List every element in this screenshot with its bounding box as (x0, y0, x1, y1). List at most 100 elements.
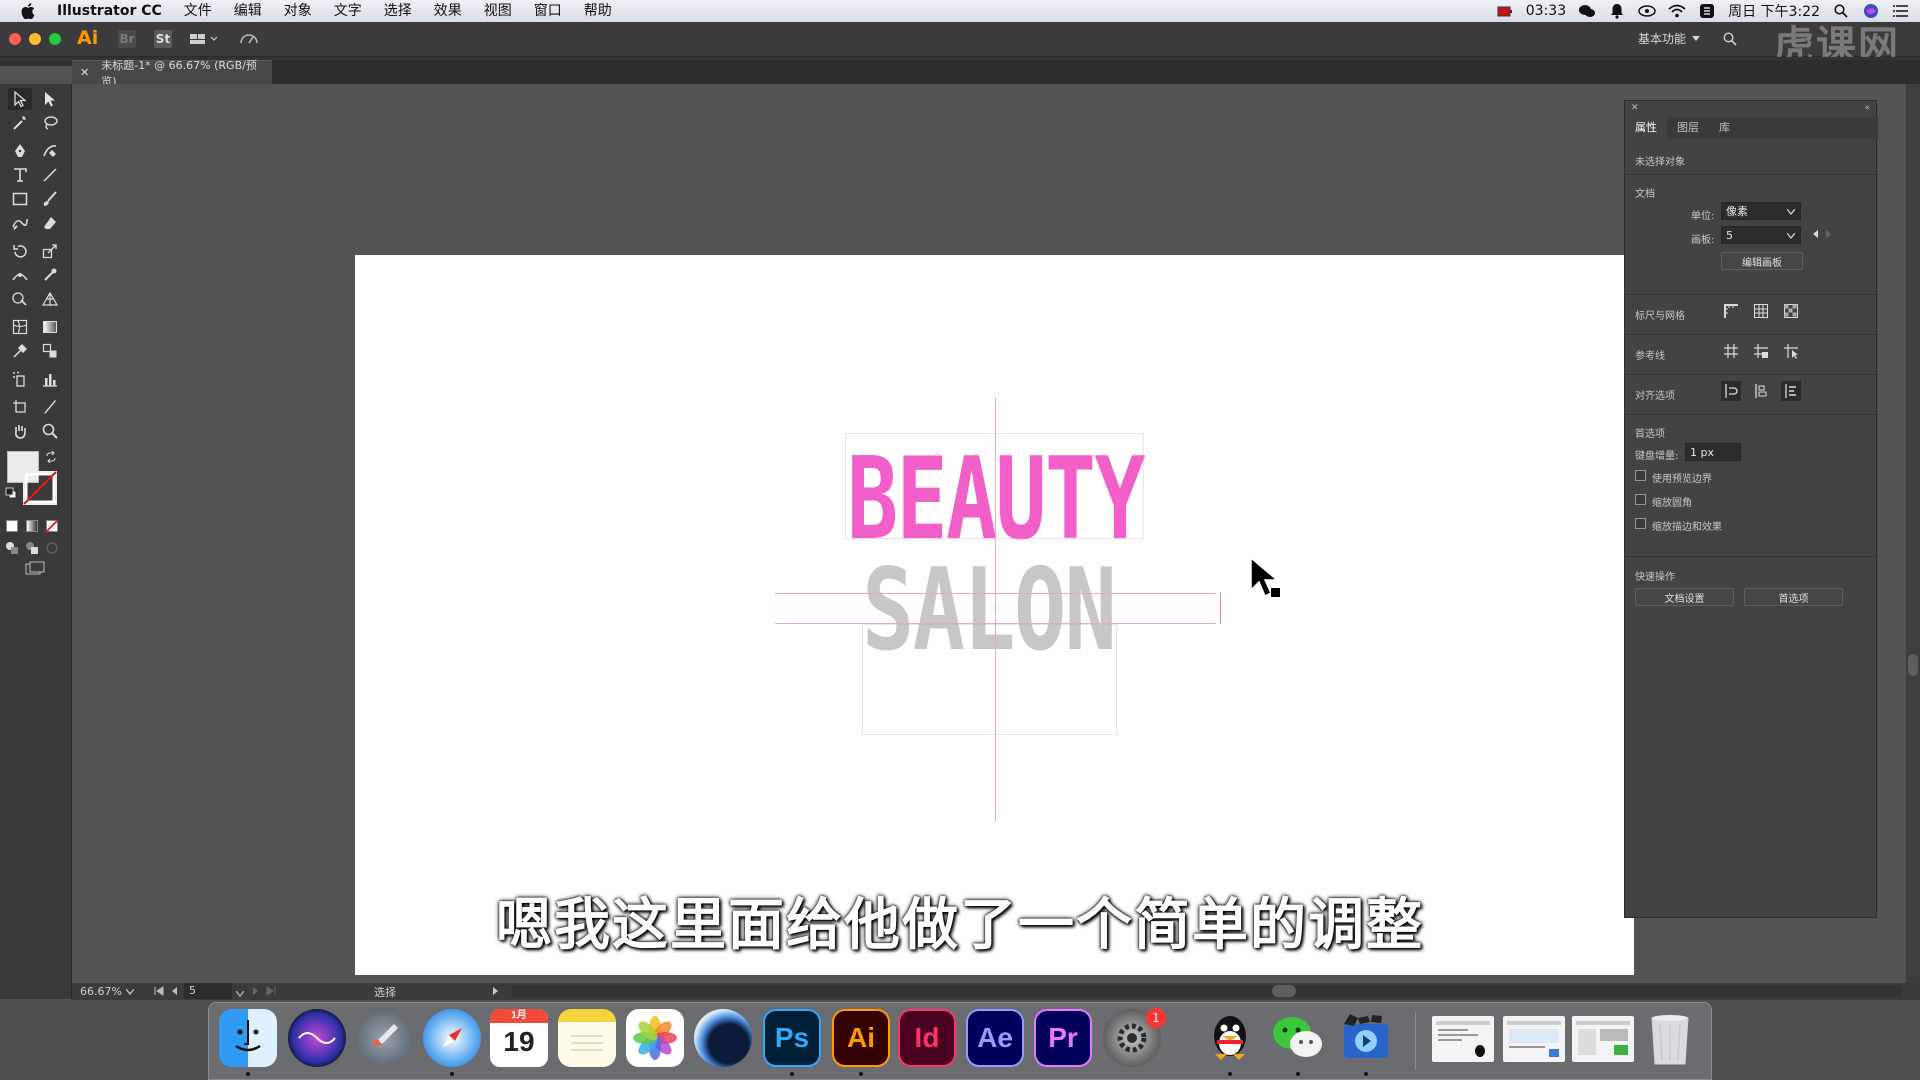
illustrator-dock-icon[interactable]: Ai (832, 1009, 890, 1067)
menubar-clock[interactable]: 周日 下午3:22 (1728, 1, 1820, 21)
calendar-icon[interactable]: 1月 19 (490, 1009, 548, 1067)
close-tab-icon[interactable]: ✕ (80, 66, 89, 79)
transparency-grid-icon[interactable] (1781, 301, 1801, 321)
eyedropper-tool-icon[interactable] (8, 340, 32, 362)
photoshop-icon[interactable]: Ps (763, 1009, 821, 1067)
menu-type[interactable]: 文字 (323, 0, 373, 22)
keyboard-increment-input[interactable]: 1 px (1685, 443, 1741, 461)
hand-tool-icon[interactable] (8, 420, 32, 442)
selection-tool-icon[interactable] (8, 88, 32, 110)
artboard-number-dropdown-icon[interactable] (235, 987, 245, 1000)
menu-edit[interactable]: 编辑 (223, 0, 273, 22)
puppet-warp-tool-icon[interactable] (38, 264, 62, 286)
snap-to-pixel-icon[interactable] (1751, 381, 1771, 401)
spotlight-search-icon[interactable] (1832, 3, 1850, 19)
window-thumbnail-1[interactable] (1432, 1016, 1494, 1062)
curvature-tool-icon[interactable] (38, 140, 62, 162)
line-segment-tool-icon[interactable] (38, 164, 62, 186)
siri-icon[interactable] (1862, 3, 1880, 19)
notes-icon[interactable] (558, 1009, 616, 1067)
document-tab[interactable]: ✕ 未标题-1* @ 66.67% (RGB/预览) (72, 59, 272, 88)
notification-bell-icon[interactable] (1608, 3, 1626, 19)
eraser-tool-icon[interactable] (38, 212, 62, 234)
canvas-vertical-scrollbar[interactable] (1906, 84, 1920, 983)
artboard-select[interactable]: 5 (1721, 226, 1801, 244)
previous-artboard-icon[interactable] (1811, 229, 1819, 242)
rulers-icon[interactable] (1721, 301, 1741, 321)
units-dropdown[interactable]: 像素 (1721, 202, 1801, 220)
slice-tool-icon[interactable] (38, 396, 62, 418)
rectangle-tool-icon[interactable] (8, 188, 32, 210)
lock-guides-icon[interactable] (1751, 341, 1771, 361)
menu-select[interactable]: 选择 (373, 0, 423, 22)
zoom-tool-icon[interactable] (38, 420, 62, 442)
gpu-performance-button[interactable] (238, 30, 260, 48)
gradient-tool-icon[interactable] (38, 316, 62, 338)
scale-tool-icon[interactable] (38, 240, 62, 262)
mesh-tool-icon[interactable] (8, 316, 32, 338)
width-tool-icon[interactable] (8, 264, 32, 286)
trash-icon[interactable] (1641, 1009, 1699, 1067)
draw-behind-icon[interactable] (24, 540, 40, 556)
siri-dock-icon[interactable] (288, 1009, 346, 1067)
tab-properties[interactable]: 属性 (1625, 117, 1667, 139)
scale-corners-checkbox[interactable] (1635, 494, 1646, 505)
minimize-window-button[interactable] (29, 33, 41, 45)
status-menu-icon[interactable] (492, 986, 500, 999)
scale-strokes-effects-checkbox[interactable] (1635, 518, 1646, 529)
horizontal-scrollbar[interactable] (512, 985, 1902, 997)
photos-icon[interactable] (626, 1009, 684, 1067)
paintbrush-tool-icon[interactable] (38, 188, 62, 210)
cinema4d-icon[interactable] (694, 1009, 752, 1067)
pen-tool-icon[interactable] (8, 140, 32, 162)
workspace-switcher[interactable]: 基本功能 (1638, 30, 1700, 47)
artboard-number-field[interactable]: 5 (184, 983, 232, 999)
collapse-panel-icon[interactable]: « (1864, 103, 1870, 113)
apple-icon[interactable] (20, 3, 36, 19)
snap-to-glyph-icon[interactable] (1781, 381, 1801, 401)
document-setup-button[interactable]: 文档设置 (1635, 588, 1734, 606)
arrange-documents-button[interactable] (186, 30, 222, 48)
premiere-pro-icon[interactable]: Pr (1034, 1009, 1092, 1067)
qq-icon[interactable] (1201, 1009, 1259, 1067)
snap-to-point-icon[interactable] (1721, 381, 1741, 401)
search-help-button[interactable] (1718, 30, 1742, 48)
menu-view[interactable]: 视图 (473, 0, 523, 22)
smart-guides-icon[interactable] (1781, 341, 1801, 361)
rotate-tool-icon[interactable] (8, 240, 32, 262)
launchpad-icon[interactable] (355, 1009, 413, 1067)
blend-tool-icon[interactable] (38, 340, 62, 362)
indesign-icon[interactable]: Id (898, 1009, 956, 1067)
draw-normal-icon[interactable] (4, 540, 20, 556)
menu-file[interactable]: 文件 (173, 0, 223, 22)
artboard-tool-icon[interactable] (8, 396, 32, 418)
next-artboard-icon[interactable] (1825, 229, 1833, 242)
after-effects-icon[interactable]: Ae (966, 1009, 1024, 1067)
horizontal-scroll-thumb[interactable] (1272, 985, 1296, 997)
draw-inside-icon[interactable] (44, 540, 60, 556)
stock-button[interactable]: St (154, 30, 172, 48)
close-panel-icon[interactable]: ✕ (1631, 103, 1639, 113)
preferences-button[interactable]: 首选项 (1744, 588, 1843, 606)
edit-artboards-button[interactable]: 编辑画板 (1721, 252, 1803, 270)
wechat-dock-icon[interactable] (1269, 1009, 1327, 1067)
next-artboard-nav-icon[interactable] (252, 986, 260, 999)
column-graph-tool-icon[interactable] (38, 368, 62, 390)
color-mode-icon[interactable] (4, 518, 20, 534)
magic-wand-tool-icon[interactable] (8, 112, 32, 134)
menu-object[interactable]: 对象 (273, 0, 323, 22)
use-preview-bounds-checkbox[interactable] (1635, 470, 1646, 481)
finder-icon[interactable] (219, 1009, 277, 1067)
gradient-mode-icon[interactable] (24, 518, 40, 534)
grid-icon[interactable] (1751, 301, 1771, 321)
menu-effect[interactable]: 效果 (423, 0, 473, 22)
artboard[interactable]: BEAUTY SALON (355, 255, 1634, 975)
symbol-sprayer-tool-icon[interactable] (8, 368, 32, 390)
battery-icon[interactable] (1496, 3, 1514, 19)
last-artboard-icon[interactable] (266, 986, 276, 999)
window-thumbnail-3[interactable] (1572, 1016, 1634, 1062)
wifi-icon[interactable] (1668, 3, 1686, 19)
window-thumbnail-2[interactable] (1503, 1016, 1565, 1062)
default-fill-stroke-icon[interactable] (4, 486, 18, 500)
perspective-grid-tool-icon[interactable] (38, 288, 62, 310)
